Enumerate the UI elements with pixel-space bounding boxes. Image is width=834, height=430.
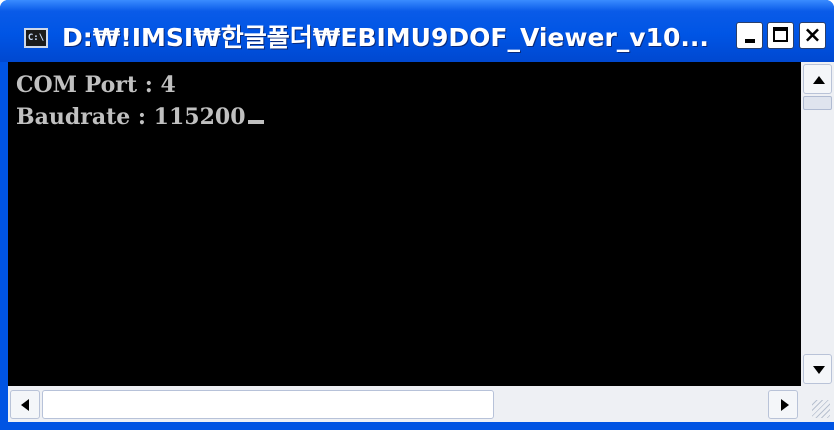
horizontal-scrollbar[interactable] (8, 386, 801, 422)
console-line-text: COM Port : 4 (16, 72, 176, 98)
arrow-left-icon (21, 399, 29, 411)
scroll-up-button[interactable] (803, 64, 832, 94)
arrow-up-icon (813, 76, 825, 84)
console-line-com-port: COM Port : 4 (16, 72, 176, 98)
window-title: D:₩!IMSI₩한글폴더₩EBIMU9DOF_Viewer_v10... (62, 23, 709, 52)
console-line-text: Baudrate : 115200 (16, 104, 246, 130)
console-window: C:\ D:₩!IMSI₩한글폴더₩EBIMU9DOF_Viewer_v10..… (0, 0, 834, 430)
window-frame-left (0, 62, 8, 422)
horizontal-scroll-thumb[interactable] (42, 390, 494, 419)
window-frame-bottom (0, 422, 834, 430)
arrow-down-icon (813, 366, 825, 374)
console-app-icon[interactable]: C:\ (24, 28, 48, 48)
arrow-right-icon (781, 399, 789, 411)
vertical-scroll-thumb[interactable] (803, 96, 832, 110)
vertical-scrollbar[interactable] (801, 62, 834, 386)
scroll-left-button[interactable] (10, 390, 40, 419)
text-cursor (247, 120, 264, 124)
scroll-down-button[interactable] (803, 354, 832, 384)
close-icon: × (803, 23, 822, 48)
resize-grip-icon (812, 400, 830, 418)
minimize-icon (745, 39, 755, 43)
scroll-right-button[interactable] (768, 390, 798, 419)
maximize-icon (773, 27, 788, 42)
maximize-button[interactable] (767, 22, 794, 49)
close-button[interactable]: × (799, 22, 826, 49)
title-bar[interactable]: C:\ D:₩!IMSI₩한글폴더₩EBIMU9DOF_Viewer_v10..… (0, 0, 834, 62)
console-output[interactable]: COM Port : 4 Baudrate : 115200 (8, 62, 801, 386)
resize-grip[interactable] (801, 386, 834, 422)
minimize-button[interactable] (736, 22, 763, 49)
console-line-baudrate: Baudrate : 115200 (16, 104, 264, 130)
